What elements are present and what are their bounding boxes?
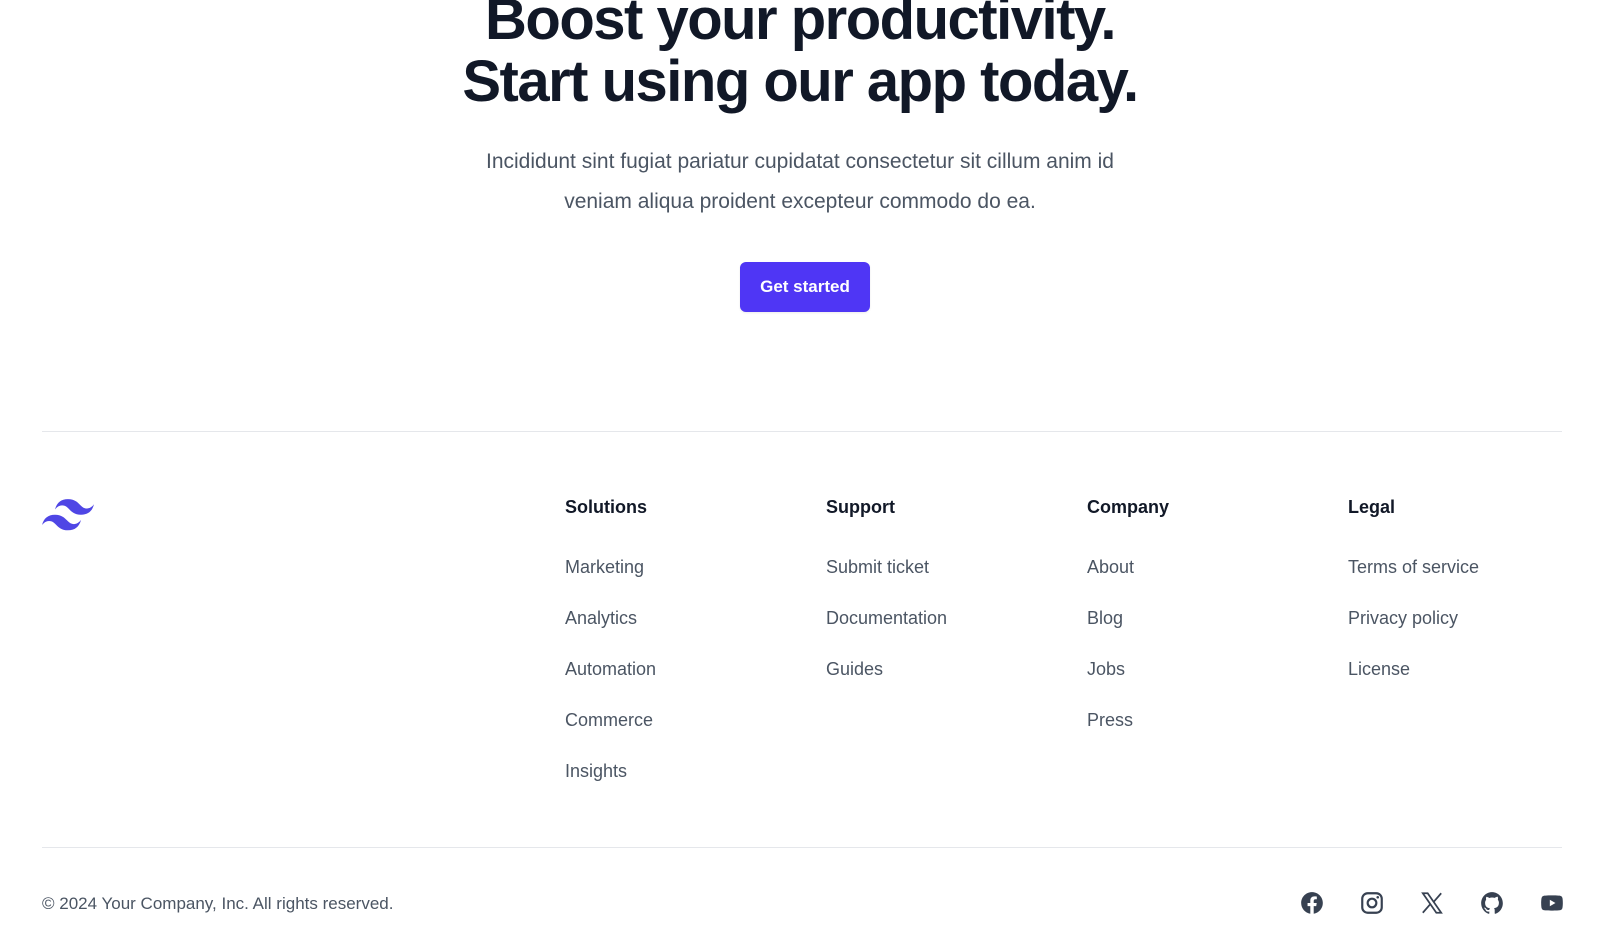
facebook-icon[interactable] (1298, 889, 1326, 917)
footer-link-about[interactable]: About (1087, 556, 1327, 607)
footer-link-insights[interactable]: Insights (565, 760, 805, 811)
footer-link-text[interactable]: About (1087, 557, 1134, 577)
footer-link-jobs[interactable]: Jobs (1087, 658, 1327, 709)
footer-column-legal: Legal Terms of service Privacy policy Li… (1348, 495, 1588, 709)
get-started-button[interactable]: Get started (740, 262, 870, 312)
github-icon[interactable] (1478, 889, 1506, 917)
footer-link-text[interactable]: Guides (826, 659, 883, 679)
footer-heading-legal: Legal (1348, 497, 1396, 517)
footer-link-documentation[interactable]: Documentation (826, 607, 1066, 658)
footer-link-terms-of-service[interactable]: Terms of service (1348, 556, 1588, 607)
tailwind-logo-icon[interactable] (42, 498, 94, 532)
cta-section: Boost your productivity. Start using our… (0, 0, 1600, 430)
footer-link-blog[interactable]: Blog (1087, 607, 1327, 658)
footer-link-license[interactable]: License (1348, 658, 1588, 709)
youtube-icon[interactable] (1538, 889, 1566, 917)
cta-subtext-line-2: veniam aliqua proident excepteur commodo… (564, 190, 1036, 213)
footer-link-privacy-policy[interactable]: Privacy policy (1348, 607, 1588, 658)
footer-link-text[interactable]: Automation (565, 659, 656, 679)
instagram-icon[interactable] (1358, 889, 1386, 917)
footer-link-text[interactable]: Commerce (565, 710, 653, 730)
footer-link-text[interactable]: Privacy policy (1348, 608, 1458, 628)
footer-link-guides[interactable]: Guides (826, 658, 1066, 709)
footer-link-press[interactable]: Press (1087, 709, 1327, 760)
footer-link-analytics[interactable]: Analytics (565, 607, 805, 658)
footer-link-marketing[interactable]: Marketing (565, 556, 805, 607)
footer-link-text[interactable]: Press (1087, 710, 1133, 730)
footer-link-text[interactable]: Terms of service (1348, 557, 1479, 577)
footer-heading-company: Company (1087, 497, 1170, 517)
footer-link-automation[interactable]: Automation (565, 658, 805, 709)
footer-heading-solutions: Solutions (565, 497, 647, 517)
copyright-text: © 2024 Your Company, Inc. All rights res… (42, 894, 394, 913)
footer-link-text[interactable]: Blog (1087, 608, 1123, 628)
footer-column-support: Support Submit ticket Documentation Guid… (826, 495, 1066, 709)
headline-line-1: Boost your productivity. (485, 0, 1116, 52)
cta-subtext-line-1: Incididunt sint fugiat pariatur cupidata… (486, 150, 1114, 173)
footer-link-text[interactable]: Documentation (826, 608, 947, 628)
footer-top-divider (42, 431, 1562, 432)
footer-column-company: Company About Blog Jobs Press (1087, 495, 1327, 760)
footer-link-text[interactable]: Marketing (565, 557, 644, 577)
footer-link-text[interactable]: Insights (565, 761, 627, 781)
footer-link-text[interactable]: Submit ticket (826, 557, 929, 577)
footer-link-submit-ticket[interactable]: Submit ticket (826, 556, 1066, 607)
headline-line-2: Start using our app today. (462, 49, 1139, 114)
footer-column-solutions: Solutions Marketing Analytics Automation… (565, 495, 805, 811)
footer-heading-support: Support (826, 497, 895, 517)
footer-link-text[interactable]: License (1348, 659, 1410, 679)
footer-link-text[interactable]: Jobs (1087, 659, 1125, 679)
cta-subtext: Incididunt sint fugiat pariatur cupidata… (420, 142, 1180, 222)
footer-link-commerce[interactable]: Commerce (565, 709, 805, 760)
footer-bottom-divider (42, 847, 1562, 848)
x-icon[interactable] (1418, 889, 1446, 917)
footer-link-text[interactable]: Analytics (565, 608, 637, 628)
